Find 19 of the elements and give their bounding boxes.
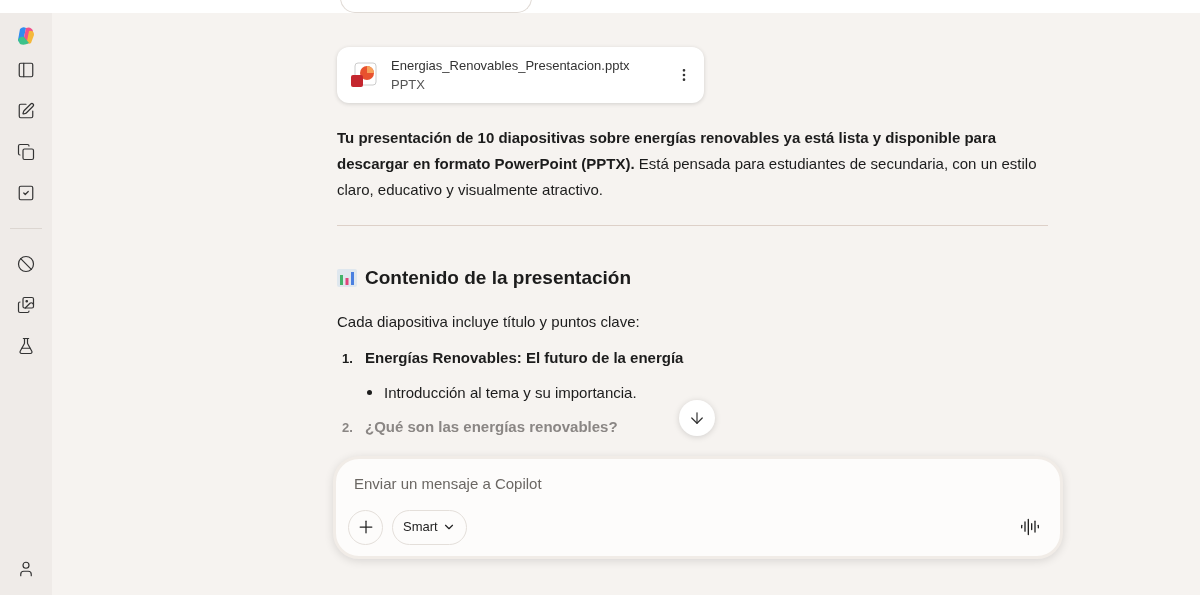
list-number: 1. — [341, 350, 354, 368]
intro-text: Cada diapositiva incluye título y puntos clave: — [337, 311, 641, 332]
scroll-down-button[interactable] — [679, 400, 715, 436]
message-input[interactable]: Enviar un mensaje a Copilot — [348, 473, 1048, 496]
bar-chart-icon — [337, 269, 357, 288]
voice-icon[interactable] — [1020, 517, 1040, 537]
slide-point: Introducción al tema y su importancia. — [384, 382, 637, 403]
slide-title: ¿Qué son las energías renovables? — [365, 417, 618, 437]
list-number: 2. — [341, 419, 354, 437]
summary-paragraph: Tu presentación de 10 diapositivas sobre energías renovables ya está lista y disponible para descargar en formato PowerPoint (PPTX). Está pensada para estudiantes de secundaria, con un estilo claro, educativo y visualmente atractivo. — [337, 128, 1038, 200]
file-name: Energias_Renovables_Presentacion.pptx — [391, 57, 631, 75]
section-heading: Contenido de la presentación — [365, 266, 632, 290]
bullet-icon — [367, 390, 372, 396]
presentation-file-icon — [349, 60, 379, 90]
arrow-down-icon — [688, 409, 706, 427]
attachment-card[interactable]: Energias_Renovables_Presentacion.pptx PPTX — [337, 47, 704, 103]
copilot-logo-icon[interactable] — [15, 25, 37, 47]
file-type: PPTX — [391, 76, 426, 94]
slide-title: Energías Renovables: El futuro de la energía — [365, 348, 684, 368]
